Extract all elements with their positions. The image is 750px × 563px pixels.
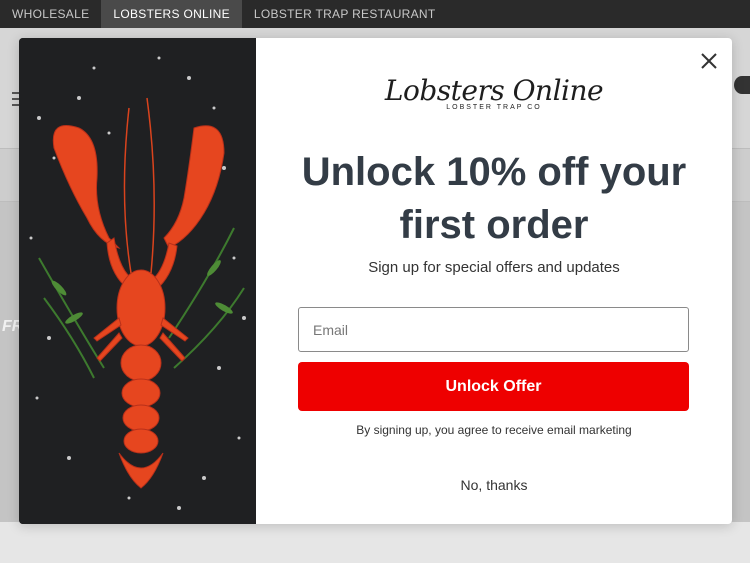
offer-headline: Unlock 10% off your first order — [256, 146, 732, 252]
cart-icon — [734, 76, 750, 94]
modal-content: Lobsters Online LOBSTER TRAP CO Unlock 1… — [256, 38, 732, 524]
headline-line-2: first order — [399, 203, 589, 247]
brand-subtitle: LOBSTER TRAP CO — [446, 104, 542, 111]
brand-logo: Lobsters Online LOBSTER TRAP CO — [256, 74, 732, 111]
close-icon[interactable] — [698, 50, 720, 72]
brand-name: Lobsters Online — [384, 74, 604, 107]
email-field[interactable] — [298, 307, 689, 352]
lobster-image — [19, 38, 256, 524]
offer-subline: Sign up for special offers and updates — [368, 259, 620, 276]
signup-modal: Lobsters Online LOBSTER TRAP CO Unlock 1… — [19, 38, 732, 524]
headline-line-1: Unlock 10% off your — [301, 150, 687, 194]
marketing-disclaimer: By signing up, you agree to receive emai… — [356, 423, 632, 437]
unlock-offer-button[interactable]: Unlock Offer — [298, 362, 689, 411]
nav-item-wholesale[interactable]: WHOLESALE — [0, 0, 101, 28]
top-nav: WHOLESALE LOBSTERS ONLINE LOBSTER TRAP R… — [0, 0, 750, 28]
page-footer-band — [0, 522, 750, 563]
nav-item-lobster-trap-restaurant[interactable]: LOBSTER TRAP RESTAURANT — [242, 0, 448, 28]
nav-item-lobsters-online[interactable]: LOBSTERS ONLINE — [101, 0, 242, 28]
decline-link[interactable]: No, thanks — [256, 477, 732, 493]
